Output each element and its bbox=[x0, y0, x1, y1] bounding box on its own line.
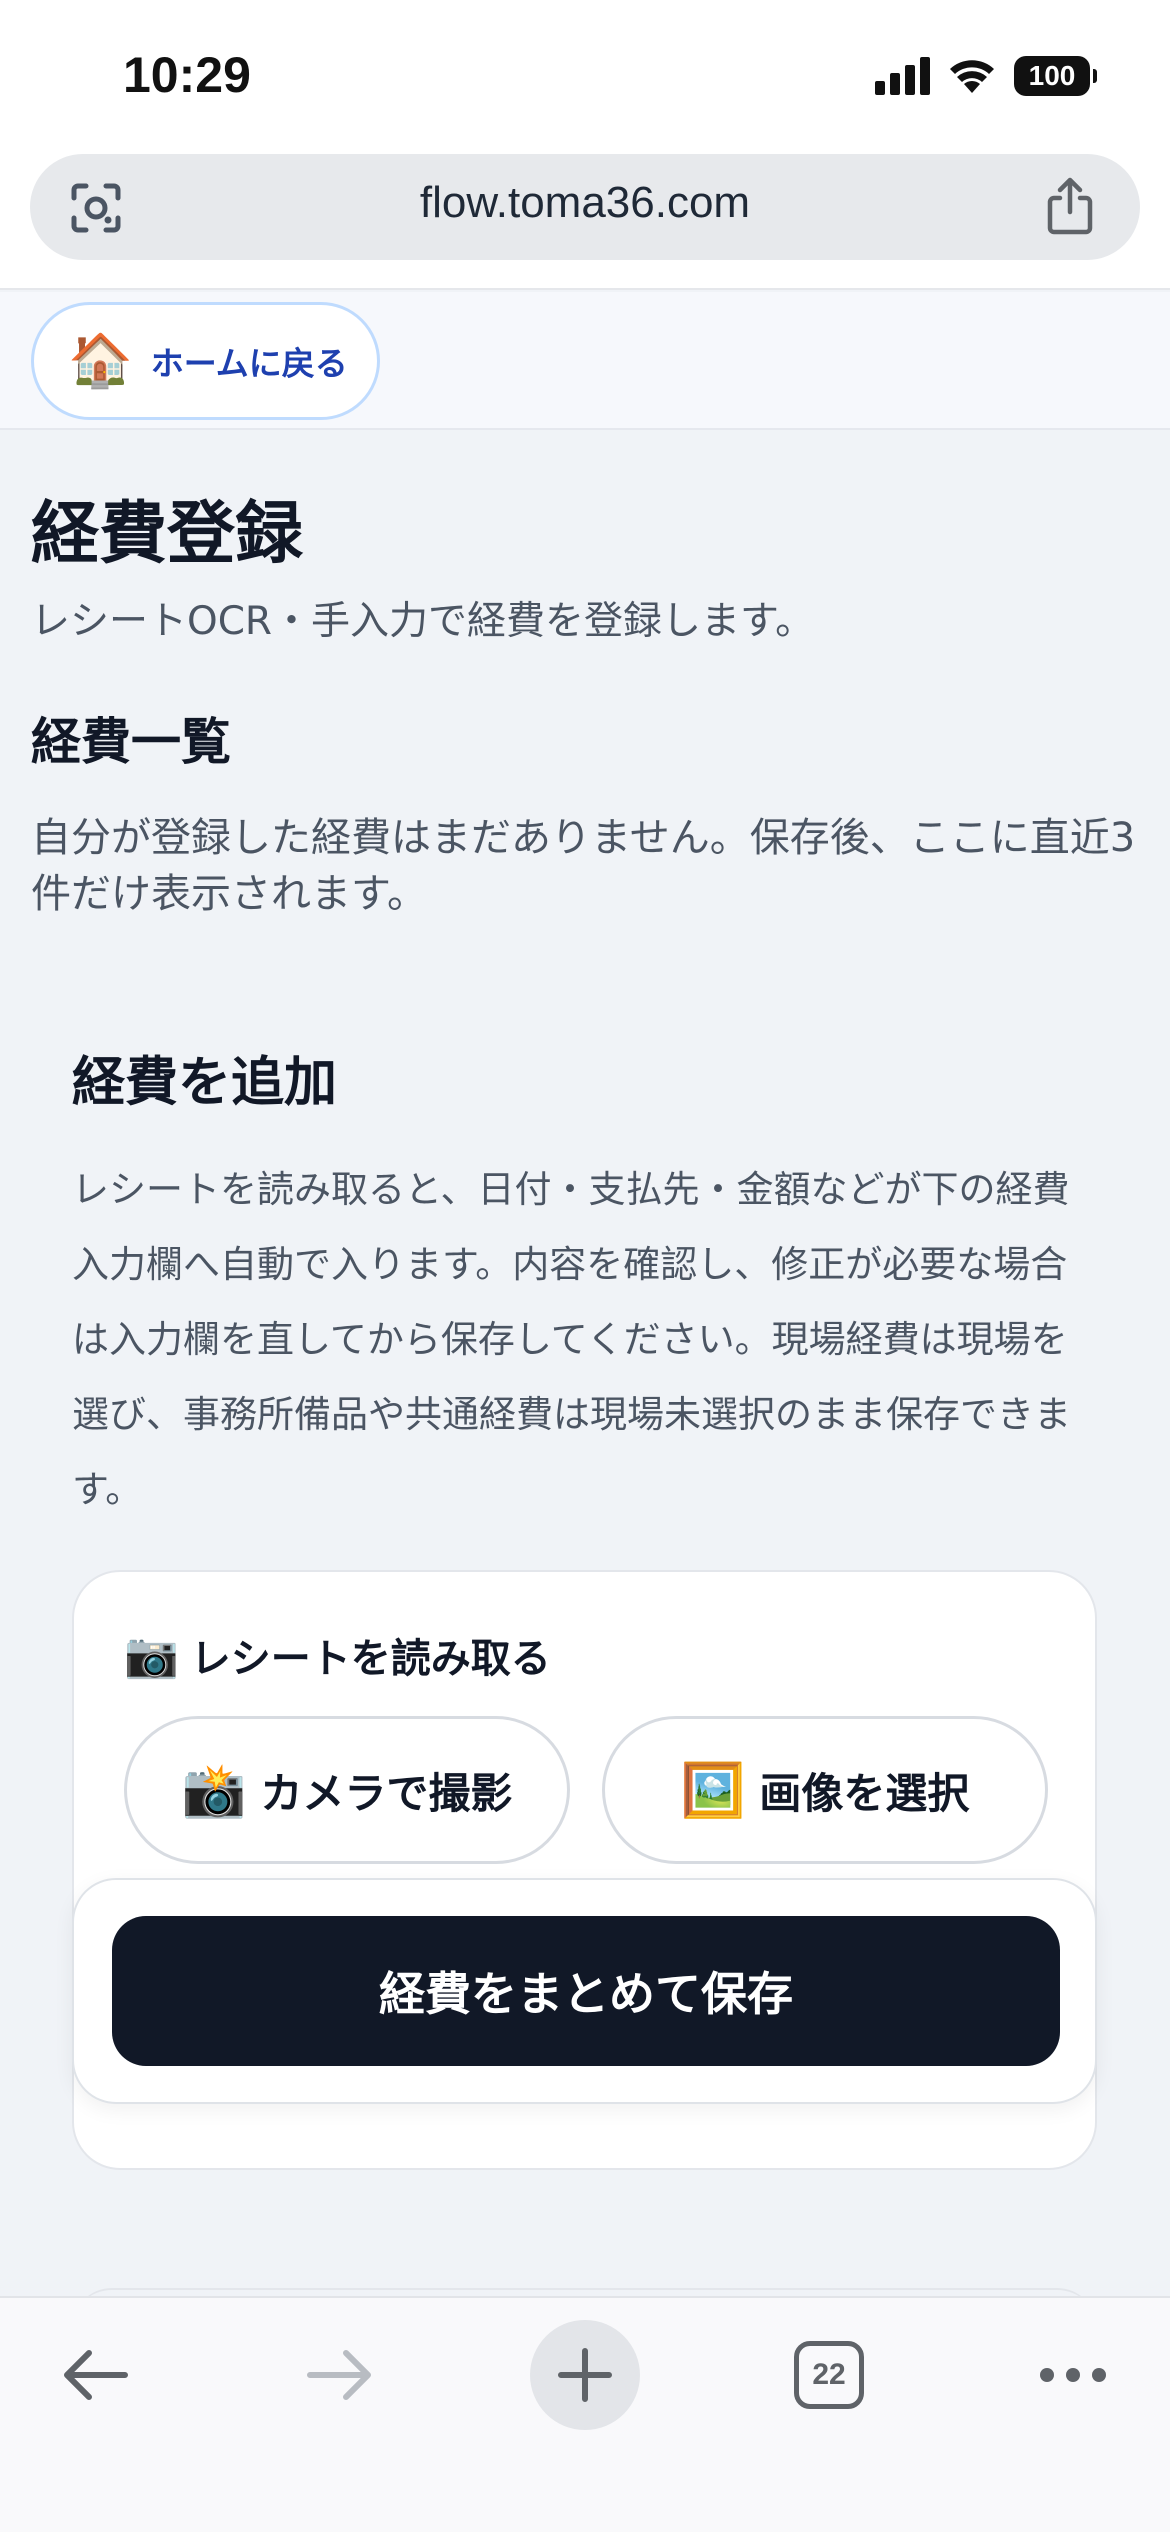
status-bar: 10:29 100 bbox=[0, 0, 1170, 150]
more-dots-icon bbox=[1040, 2368, 1106, 2382]
status-time: 10:29 bbox=[123, 47, 251, 103]
battery-icon: 100 bbox=[1014, 56, 1097, 96]
add-expense-title: 経費を追加 bbox=[72, 1052, 337, 1113]
save-all-expenses-button[interactable]: 経費をまとめて保存 bbox=[112, 1916, 1060, 2066]
select-image-button[interactable]: 🖼️ 画像を選択 bbox=[602, 1716, 1048, 1864]
camera-icon: 📷 bbox=[124, 1630, 179, 1681]
add-expense-description: レシートを読み取ると、日付・支払先・金額などが下の経費入力欄へ自動で入ります。内… bbox=[72, 1168, 1071, 1511]
address-bar[interactable]: flow.toma36.com bbox=[30, 154, 1140, 260]
forward-button[interactable] bbox=[285, 2320, 395, 2430]
new-tab-button[interactable] bbox=[530, 2320, 640, 2430]
home-button[interactable]: 🏠 ホームに戻る bbox=[31, 302, 380, 420]
house-icon: 🏠 bbox=[68, 331, 133, 391]
save-panel: 経費をまとめて保存 bbox=[72, 1878, 1097, 2104]
browser-address-area: flow.toma36.com bbox=[0, 150, 1170, 290]
plus-icon bbox=[558, 2348, 612, 2402]
url-text: flow.toma36.com bbox=[419, 178, 751, 227]
receipt-scan-title: レシートを読み取る bbox=[190, 1636, 551, 1682]
browser-toolbar: 22 bbox=[0, 2296, 1170, 2532]
tab-switcher-button[interactable]: 22 bbox=[774, 2320, 884, 2430]
expense-list-title: 経費一覧 bbox=[31, 713, 231, 771]
camera-capture-label: カメラで撮影 bbox=[260, 1768, 513, 1818]
wifi-icon bbox=[950, 60, 994, 93]
picture-icon: 🖼️ bbox=[680, 1760, 746, 1821]
tab-count: 22 bbox=[794, 2341, 864, 2409]
receipt-scan-header: 📷 レシートを読み取る bbox=[124, 1626, 551, 1684]
page-subtitle: レシートOCR・手入力で経費を登録します。 bbox=[31, 599, 815, 644]
arrow-left-icon bbox=[64, 2350, 128, 2400]
share-icon[interactable] bbox=[1042, 176, 1098, 236]
back-button[interactable] bbox=[40, 2320, 150, 2430]
cellular-signal-icon bbox=[875, 57, 930, 95]
home-button-label: ホームに戻る bbox=[150, 344, 348, 383]
camera-flash-icon: 📸 bbox=[181, 1760, 247, 1821]
more-menu-button[interactable] bbox=[1018, 2320, 1128, 2430]
top-nav-strip: 🏠 ホームに戻る bbox=[0, 292, 1170, 430]
arrow-right-icon bbox=[307, 2350, 371, 2400]
select-image-label: 画像を選択 bbox=[759, 1768, 970, 1818]
expense-list-empty-message: 自分が登録した経費はまだありません。保存後、ここに直近3件だけ表示されます。 bbox=[31, 815, 1136, 917]
page-title: 経費登録 bbox=[31, 495, 304, 574]
camera-capture-button[interactable]: 📸 カメラで撮影 bbox=[124, 1716, 570, 1864]
status-icons: 100 bbox=[875, 56, 1097, 96]
